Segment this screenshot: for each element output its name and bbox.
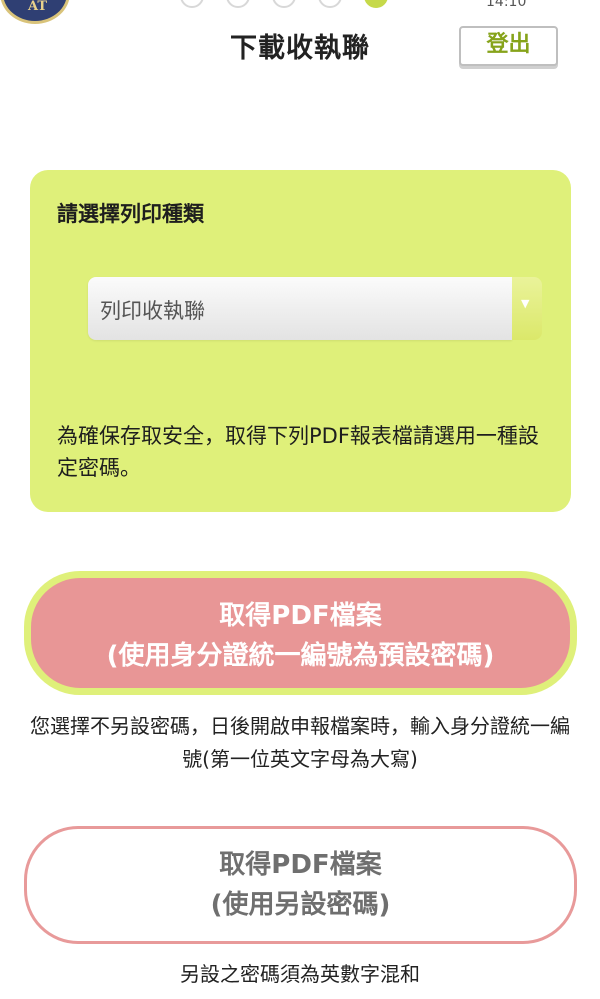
button-subtitle: (使用另設密碼) (210, 890, 391, 920)
print-type-select[interactable]: 列印收執聯 (88, 277, 512, 340)
step-indicator (180, 0, 388, 8)
default-password-description: 您選擇不另設密碼，日後開啟申報檔案時，輸入身分證統一編號(第一位英文字母為大寫) (30, 714, 570, 771)
print-type-panel: 請選擇列印種類 列印收執聯 ▼ 為確保存取安全，取得下列PDF報表檔請選用一種設… (30, 170, 571, 512)
button-title: 取得PDF檔案 (219, 601, 382, 631)
custom-password-description: 另設之密碼須為英數字混和 (180, 962, 420, 986)
page: AT 14:10 下載收執聯 登出 請選擇列印種類 列印收執聯 ▼ 為確保存取安… (0, 0, 600, 999)
button-title: 取得PDF檔案 (219, 850, 382, 880)
clock: 14:10 (486, 0, 527, 10)
security-note: 為確保存取安全，取得下列PDF報表檔請選用一種設定密碼。 (57, 424, 539, 480)
logout-button[interactable]: 登出 (459, 26, 558, 66)
caret-down-icon: ▼ (521, 297, 530, 310)
step-dot (180, 0, 204, 8)
step-dot (226, 0, 250, 8)
step-dot (272, 0, 296, 8)
step-dot (318, 0, 342, 8)
step-dot-current (364, 0, 388, 8)
logo-mark: AT (28, 0, 48, 14)
print-type-label: 請選擇列印種類 (57, 202, 204, 226)
get-pdf-default-password-button[interactable]: 取得PDF檔案 (使用身分證統一編號為預設密碼) (24, 571, 577, 695)
button-subtitle: (使用身分證統一編號為預設密碼) (106, 641, 495, 671)
agency-logo: AT (0, 0, 70, 24)
print-type-dropdown-toggle[interactable]: ▼ (512, 277, 542, 340)
get-pdf-custom-password-button[interactable]: 取得PDF檔案 (使用另設密碼) (24, 826, 577, 944)
print-type-selected-value: 列印收執聯 (100, 299, 205, 323)
